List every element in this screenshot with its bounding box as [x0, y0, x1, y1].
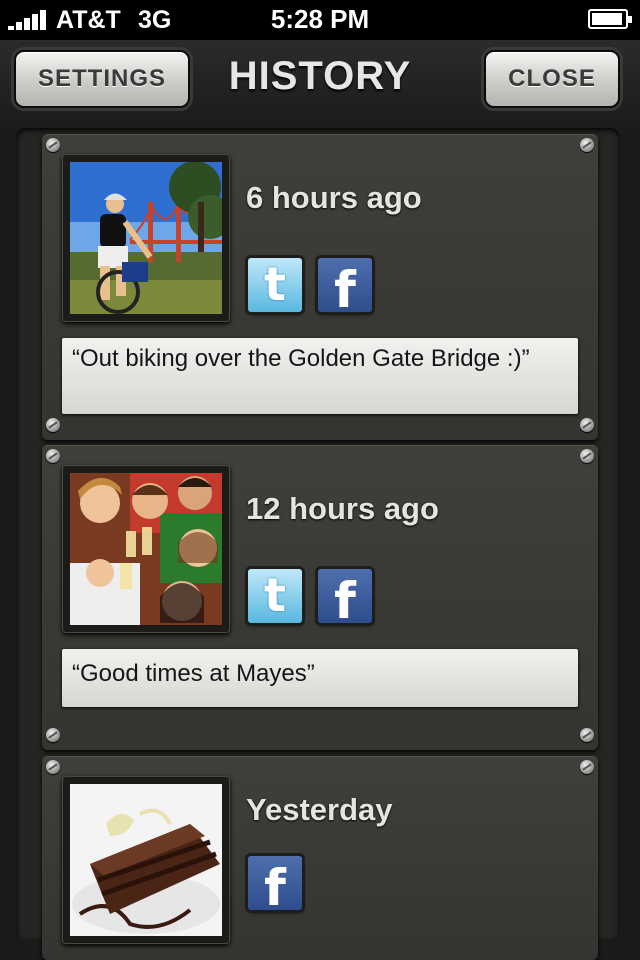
status-bar: AT&T 3G 5:28 PM	[0, 0, 640, 40]
history-item[interactable]: 12 hours ago t f “Good times at Mayes”	[42, 445, 598, 750]
screw-icon	[46, 138, 60, 152]
history-item[interactable]: Yesterday f	[42, 756, 598, 960]
post-caption: “Out biking over the Golden Gate Bridge …	[62, 338, 578, 414]
chocolate-cake-photo[interactable]	[62, 776, 230, 944]
post-time: Yesterday	[246, 792, 393, 827]
screw-icon	[46, 760, 60, 774]
twitter-icon[interactable]: t	[248, 569, 302, 623]
facebook-icon[interactable]: f	[248, 856, 302, 910]
facebook-icon[interactable]: f	[318, 569, 372, 623]
screw-icon	[580, 760, 594, 774]
battery-icon	[588, 9, 632, 29]
post-caption: “Good times at Mayes”	[62, 649, 578, 707]
screw-icon	[580, 418, 594, 432]
battery-level	[592, 13, 622, 25]
screw-icon	[46, 449, 60, 463]
status-time: 5:28 PM	[270, 4, 370, 34]
post-time: 12 hours ago	[246, 491, 439, 526]
facebook-icon[interactable]: f	[318, 258, 372, 312]
friends-toasting-photo[interactable]	[62, 465, 230, 633]
golden-gate-biker-photo[interactable]	[62, 154, 230, 322]
screw-icon	[580, 138, 594, 152]
screw-icon	[580, 728, 594, 742]
screw-icon	[580, 449, 594, 463]
navigation-bar: SETTINGS HISTORY CLOSE	[0, 40, 640, 128]
close-button[interactable]: CLOSE	[484, 50, 620, 108]
post-time: 6 hours ago	[246, 180, 422, 215]
screw-icon	[46, 728, 60, 742]
history-item[interactable]: 6 hours ago t f “Out biking over the Gol…	[42, 134, 598, 440]
screw-icon	[46, 418, 60, 432]
twitter-icon[interactable]: t	[248, 258, 302, 312]
